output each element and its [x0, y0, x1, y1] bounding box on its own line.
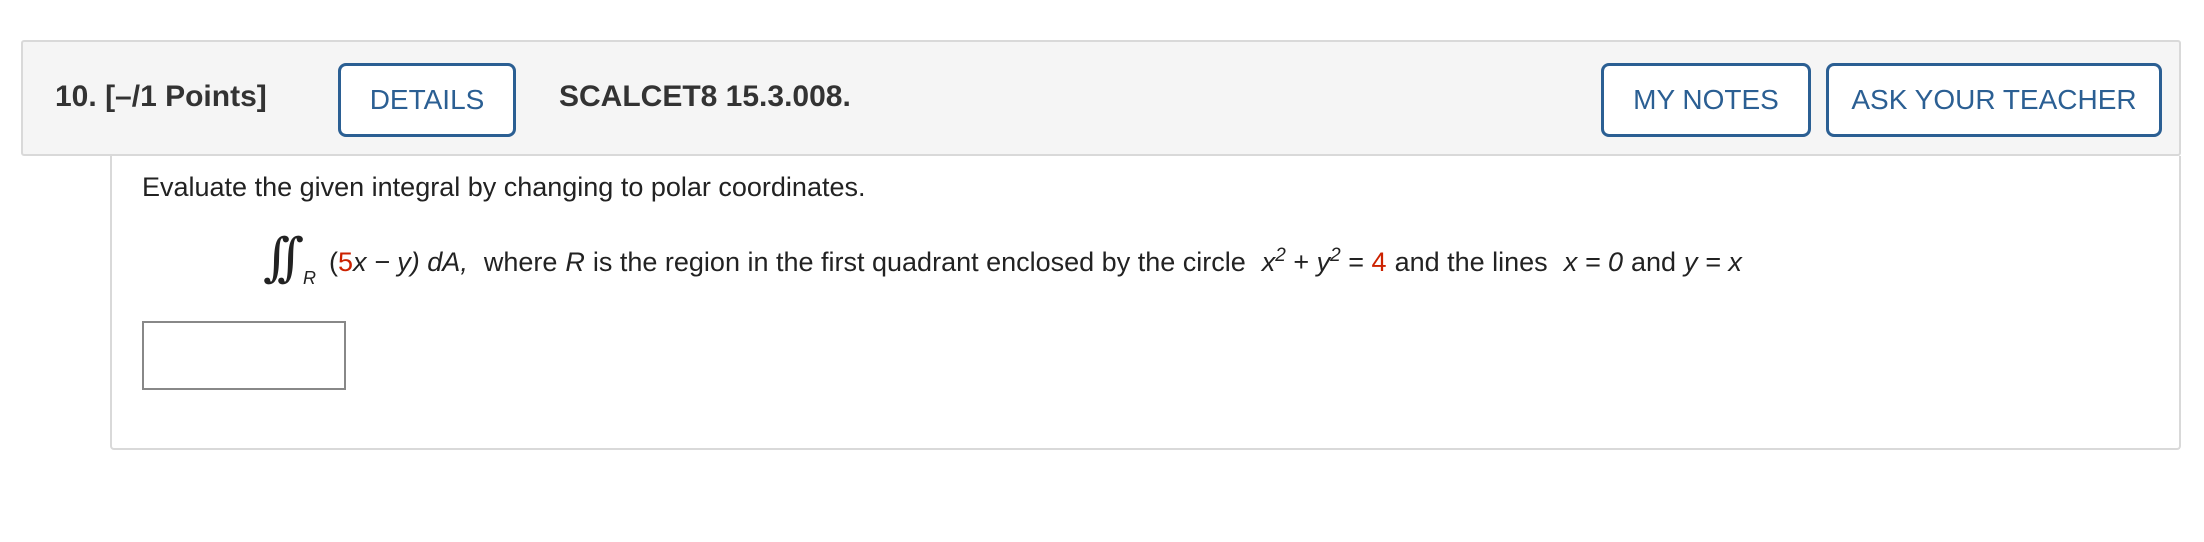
- integral-region-label: R: [303, 268, 316, 288]
- details-button[interactable]: DETAILS: [338, 63, 516, 137]
- text-lines: and the lines: [1394, 246, 1548, 277]
- line-equation-2: y = x: [1684, 246, 1742, 277]
- question-number-label: 10.: [55, 80, 97, 113]
- question-number: 10. [–/1 Points]: [55, 80, 267, 114]
- circle-equation: x2 + y2 = 4: [1261, 244, 1387, 277]
- integrand-coefficient: 5: [338, 246, 354, 277]
- double-integral-icon: ∫ ∫ R: [263, 228, 316, 288]
- question-body: Evaluate the given integral by changing …: [110, 156, 2181, 450]
- problem-instruction: Evaluate the given integral by changing …: [142, 172, 866, 202]
- problem-formula: ∫ ∫ R (5 x − y) dA, where R is the region …: [263, 228, 1742, 292]
- question-source: SCALCET8 15.3.008.: [559, 80, 851, 113]
- ask-your-teacher-button[interactable]: ASK YOUR TEACHER: [1826, 63, 2162, 137]
- region-symbol: R: [565, 246, 585, 277]
- integrand-expression: x − y) dA,: [353, 246, 468, 277]
- text-where: where: [483, 246, 558, 277]
- circle-radius-squared: 4: [1371, 246, 1387, 277]
- question-header: 10. [–/1 Points] DETAILS SCALCET8 15.3.0…: [21, 40, 2181, 156]
- answer-input[interactable]: [142, 321, 346, 390]
- line-equation-1: x = 0: [1563, 246, 1623, 277]
- points-label: [–/1 Points]: [105, 80, 267, 113]
- my-notes-button[interactable]: MY NOTES: [1601, 63, 1811, 137]
- region-description: is the region in the first quadrant encl…: [592, 246, 1246, 277]
- text-and: and: [1630, 246, 1677, 277]
